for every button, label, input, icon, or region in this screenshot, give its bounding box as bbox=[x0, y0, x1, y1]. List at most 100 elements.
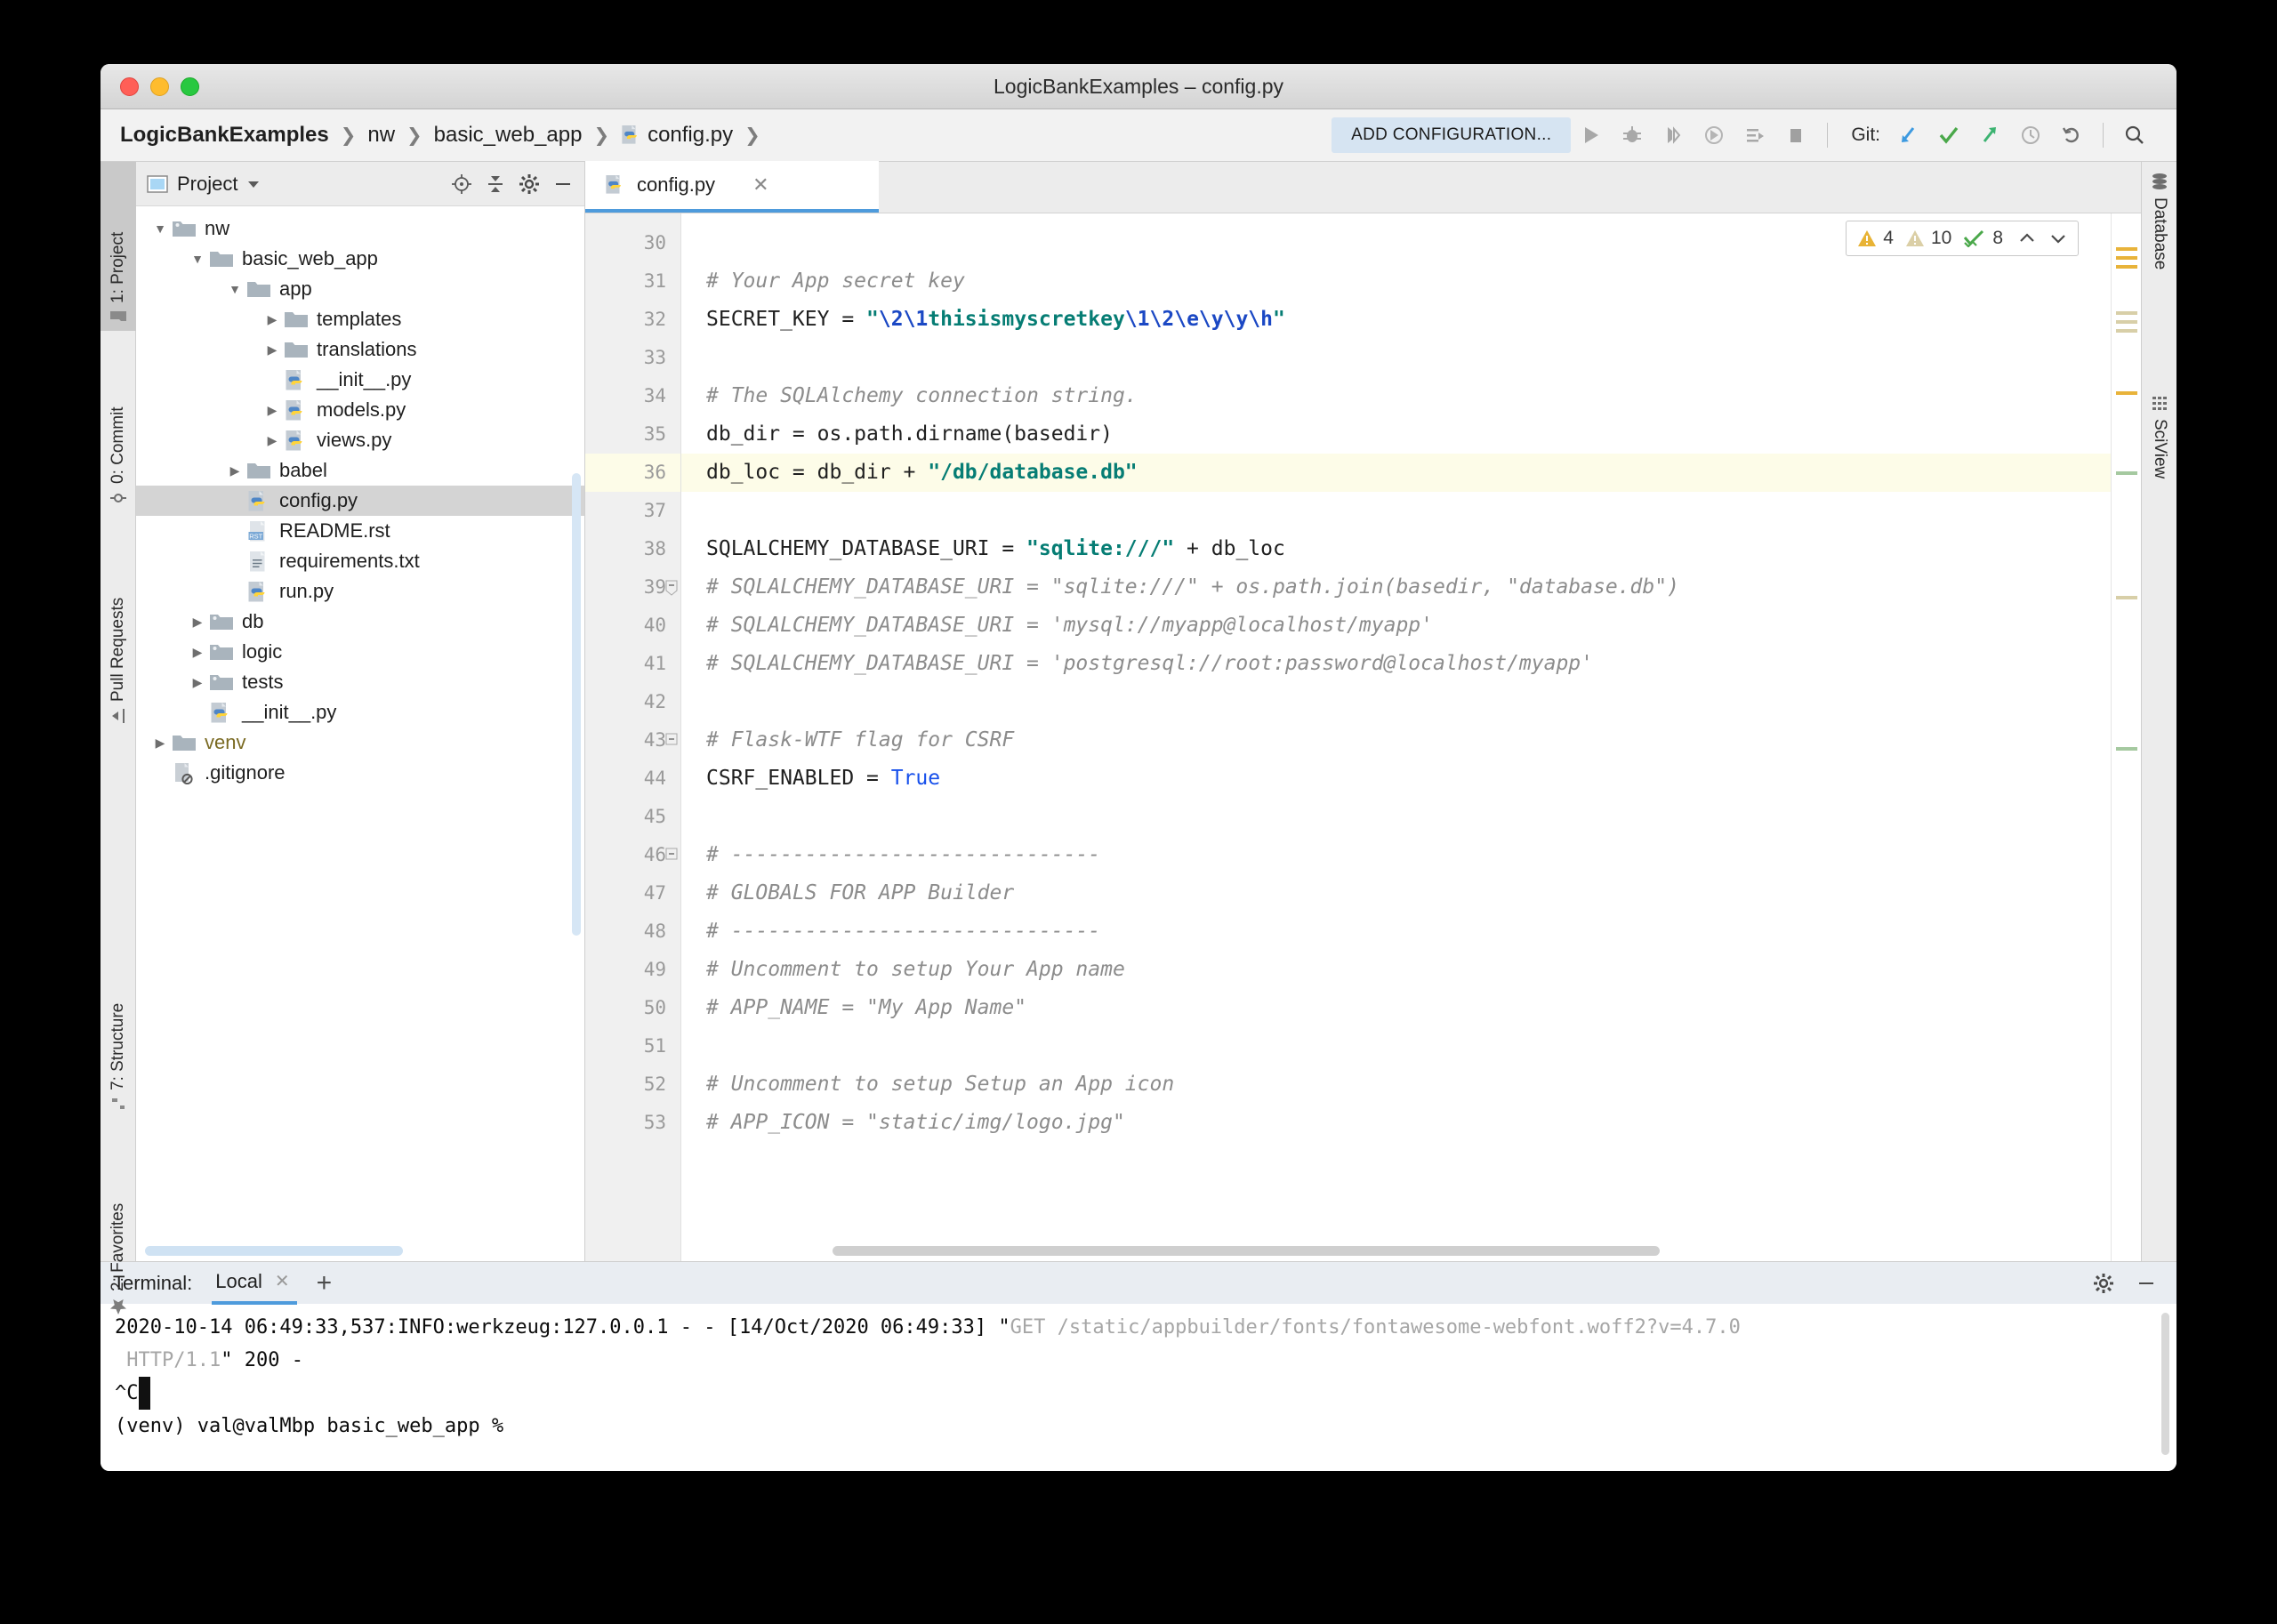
code-line[interactable] bbox=[681, 683, 2111, 721]
code-line[interactable]: # APP_NAME = "My App Name" bbox=[681, 989, 2111, 1027]
code-line[interactable] bbox=[681, 1027, 2111, 1065]
minimize-icon[interactable] bbox=[552, 173, 574, 195]
locate-icon[interactable] bbox=[451, 173, 472, 195]
minimize-icon[interactable] bbox=[2136, 1273, 2157, 1294]
terminal-scrollbar[interactable] bbox=[2161, 1313, 2169, 1455]
push-icon[interactable] bbox=[1969, 117, 2010, 153]
sidebar-item-favorites[interactable]: 2: Favorites bbox=[101, 1131, 136, 1323]
tree-node[interactable]: ▶translations bbox=[136, 334, 584, 365]
breadcrumb-item-basic-web-app[interactable]: basic_web_app bbox=[434, 123, 583, 148]
rollback-icon[interactable] bbox=[2051, 117, 2092, 153]
gear-icon[interactable] bbox=[2093, 1273, 2114, 1294]
expand-arrow-icon[interactable]: ▶ bbox=[149, 736, 172, 751]
collapse-arrow-icon[interactable]: ▼ bbox=[186, 252, 209, 266]
close-icon[interactable]: ✕ bbox=[275, 1270, 290, 1292]
tree-node[interactable]: ▶views.py bbox=[136, 425, 584, 455]
code-line[interactable]: CSRF_ENABLED = True bbox=[681, 760, 2111, 798]
run-coverage-icon[interactable] bbox=[1653, 117, 1694, 153]
code-line[interactable]: # Uncomment to setup Setup an App icon bbox=[681, 1065, 2111, 1104]
code-line[interactable]: SECRET_KEY = "\2\1thisismyscretkey\1\2\e… bbox=[681, 301, 2111, 339]
project-tree[interactable]: ▼nw▼basic_web_app▼app▶templates▶translat… bbox=[136, 206, 584, 1261]
editor-tab-config-py[interactable]: config.py ✕ bbox=[585, 161, 879, 213]
tree-node[interactable]: RSTREADME.rst bbox=[136, 516, 584, 546]
tree-node[interactable]: .gitignore bbox=[136, 758, 584, 788]
close-icon[interactable]: ✕ bbox=[752, 173, 768, 197]
code-line[interactable]: # ------------------------------ bbox=[681, 836, 2111, 874]
tree-node[interactable]: config.py bbox=[136, 486, 584, 516]
collapse-arrow-icon[interactable]: ▼ bbox=[223, 282, 246, 296]
code-line[interactable]: # SQLALCHEMY_DATABASE_URI = 'postgresql:… bbox=[681, 645, 2111, 683]
terminal-tab-local[interactable]: Local ✕ bbox=[212, 1262, 296, 1305]
chevron-down-icon[interactable] bbox=[2049, 232, 2067, 245]
code-line[interactable]: # Uncomment to setup Your App name bbox=[681, 951, 2111, 989]
code-line[interactable]: SQLALCHEMY_DATABASE_URI = "sqlite:///" +… bbox=[681, 530, 2111, 568]
tree-node[interactable]: ▶logic bbox=[136, 637, 584, 667]
tree-node[interactable]: ▼nw bbox=[136, 213, 584, 244]
fold-start-icon[interactable] bbox=[665, 733, 678, 745]
inspection-widget[interactable]: 4 10 8 bbox=[1846, 221, 2079, 256]
expand-arrow-icon[interactable]: ▶ bbox=[261, 433, 284, 448]
add-configuration-button[interactable]: ADD CONFIGURATION... bbox=[1332, 117, 1571, 153]
code-line[interactable]: # APP_ICON = "static/img/logo.jpg" bbox=[681, 1104, 2111, 1142]
search-icon[interactable] bbox=[2114, 117, 2155, 153]
tree-node[interactable]: ▶babel bbox=[136, 455, 584, 486]
breadcrumb-item-nw[interactable]: nw bbox=[367, 123, 395, 148]
expand-arrow-icon[interactable]: ▶ bbox=[261, 403, 284, 418]
editor-horizontal-scrollbar[interactable] bbox=[833, 1246, 1660, 1256]
code-line[interactable]: # SQLALCHEMY_DATABASE_URI = "sqlite:///"… bbox=[681, 568, 2111, 607]
collapse-arrow-icon[interactable]: ▼ bbox=[149, 221, 172, 236]
breadcrumb-item-project[interactable]: LogicBankExamples bbox=[120, 123, 329, 148]
code-line[interactable]: # The SQLAlchemy connection string. bbox=[681, 377, 2111, 415]
code-line[interactable]: # ------------------------------ bbox=[681, 912, 2111, 951]
tree-node[interactable]: ▼basic_web_app bbox=[136, 244, 584, 274]
expand-arrow-icon[interactable]: ▶ bbox=[223, 463, 246, 478]
project-tree-horizontal-scrollbar[interactable] bbox=[145, 1246, 403, 1256]
expand-arrow-icon[interactable]: ▶ bbox=[261, 342, 284, 358]
update-project-icon[interactable] bbox=[1887, 117, 1928, 153]
history-icon[interactable] bbox=[2010, 117, 2051, 153]
code-line[interactable]: db_dir = os.path.dirname(basedir) bbox=[681, 415, 2111, 454]
run-with-console-icon[interactable] bbox=[1734, 117, 1775, 153]
fold-start-icon[interactable] bbox=[665, 848, 678, 860]
code-line[interactable] bbox=[681, 798, 2111, 836]
sidebar-item-structure[interactable]: 7: Structure bbox=[101, 927, 136, 1118]
tree-node[interactable]: ▶venv bbox=[136, 728, 584, 758]
plus-icon[interactable]: + bbox=[317, 1270, 333, 1297]
project-tree-vertical-scrollbar[interactable] bbox=[572, 473, 581, 936]
stop-icon[interactable] bbox=[1775, 117, 1816, 153]
collapse-all-icon[interactable] bbox=[485, 173, 506, 195]
profile-icon[interactable] bbox=[1694, 117, 1734, 153]
tree-node[interactable]: run.py bbox=[136, 576, 584, 607]
sidebar-item-sciview[interactable]: SciView bbox=[2142, 389, 2176, 567]
sidebar-item-commit[interactable]: 0: Commit bbox=[101, 340, 136, 513]
sidebar-item-database[interactable]: Database bbox=[2142, 165, 2176, 352]
code-line[interactable]: # GLOBALS FOR APP Builder bbox=[681, 874, 2111, 912]
tree-node[interactable]: ▶db bbox=[136, 607, 584, 637]
commit-icon[interactable] bbox=[1928, 117, 1969, 153]
tree-node[interactable]: __init__.py bbox=[136, 365, 584, 395]
run-icon[interactable] bbox=[1571, 117, 1612, 153]
gear-icon[interactable] bbox=[519, 173, 540, 195]
editor-gutter[interactable]: 3031323334353637383940414243444546474849… bbox=[585, 213, 681, 1261]
expand-arrow-icon[interactable]: ▶ bbox=[186, 645, 209, 660]
code-line[interactable]: # Flask-WTF flag for CSRF bbox=[681, 721, 2111, 760]
chevron-down-icon[interactable] bbox=[246, 180, 261, 189]
tree-node[interactable]: ▶tests bbox=[136, 667, 584, 697]
terminal-output[interactable]: 2020-10-14 06:49:33,537:INFO:werkzeug:12… bbox=[101, 1304, 2176, 1471]
debug-icon[interactable] bbox=[1612, 117, 1653, 153]
sidebar-item-pull-requests[interactable]: Pull Requests bbox=[101, 522, 136, 731]
expand-arrow-icon[interactable]: ▶ bbox=[186, 675, 209, 690]
breadcrumb-item-config[interactable]: config.py bbox=[621, 123, 733, 148]
code-line[interactable]: # Your App secret key bbox=[681, 262, 2111, 301]
expand-arrow-icon[interactable]: ▶ bbox=[261, 312, 284, 327]
fold-end-icon[interactable] bbox=[665, 580, 678, 592]
tree-node[interactable]: ▶models.py bbox=[136, 395, 584, 425]
sidebar-item-project[interactable]: 1: Project bbox=[101, 162, 136, 331]
editor-marker-bar[interactable] bbox=[2111, 213, 2141, 1261]
code-content[interactable]: # Your App secret keySECRET_KEY = "\2\1t… bbox=[681, 213, 2111, 1261]
chevron-up-icon[interactable] bbox=[2018, 232, 2036, 245]
expand-arrow-icon[interactable]: ▶ bbox=[186, 615, 209, 630]
tree-node[interactable]: ▼app bbox=[136, 274, 584, 304]
tree-node[interactable]: requirements.txt bbox=[136, 546, 584, 576]
tree-node[interactable]: ▶templates bbox=[136, 304, 584, 334]
